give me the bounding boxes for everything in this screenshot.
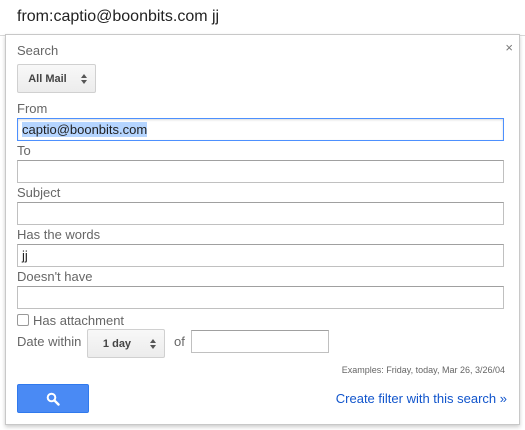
to-label: To — [17, 143, 31, 158]
subject-label: Subject — [17, 185, 61, 200]
has-words-field-value: jj — [22, 248, 28, 263]
from-field[interactable]: captio@boonbits.com — [17, 118, 504, 141]
from-label: From — [17, 101, 48, 116]
date-examples-hint: Examples: Friday, today, Mar 26, 3/26/04 — [341, 365, 505, 375]
close-icon[interactable]: × — [505, 41, 513, 54]
subject-field[interactable] — [17, 202, 504, 225]
doesnt-have-label: Doesn't have — [17, 269, 93, 284]
date-within-label: Date within — [17, 334, 82, 349]
date-within-select[interactable]: 1 day — [87, 329, 165, 358]
gmail-search-page: from:captio@boonbits.com jj × Search All… — [0, 0, 525, 430]
search-button[interactable] — [17, 384, 89, 413]
advanced-search-panel: × Search All Mail From captio@boonbits.c… — [5, 34, 520, 425]
doesnt-have-field[interactable] — [17, 286, 504, 309]
has-attachment-checkbox[interactable] — [17, 314, 29, 326]
search-query[interactable]: from:captio@boonbits.com jj — [17, 8, 219, 26]
search-scope-value: All Mail — [28, 72, 67, 85]
select-arrows-icon — [77, 73, 91, 84]
from-field-value: captio@boonbits.com — [22, 122, 148, 137]
magnifier-icon — [46, 392, 60, 406]
of-label: of — [174, 334, 185, 349]
select-arrows-icon — [146, 338, 160, 349]
create-filter-link[interactable]: Create filter with this search » — [336, 391, 507, 406]
has-words-label: Has the words — [17, 227, 101, 242]
search-scope-select[interactable]: All Mail — [17, 64, 96, 93]
date-within-value: 1 day — [102, 337, 132, 350]
has-words-field[interactable]: jj — [17, 244, 504, 267]
search-box[interactable]: from:captio@boonbits.com jj — [0, 0, 525, 36]
date-of-field[interactable] — [191, 330, 329, 353]
to-field[interactable] — [17, 160, 504, 183]
has-attachment-label: Has attachment — [33, 313, 125, 328]
search-scope-label: Search — [17, 43, 59, 58]
